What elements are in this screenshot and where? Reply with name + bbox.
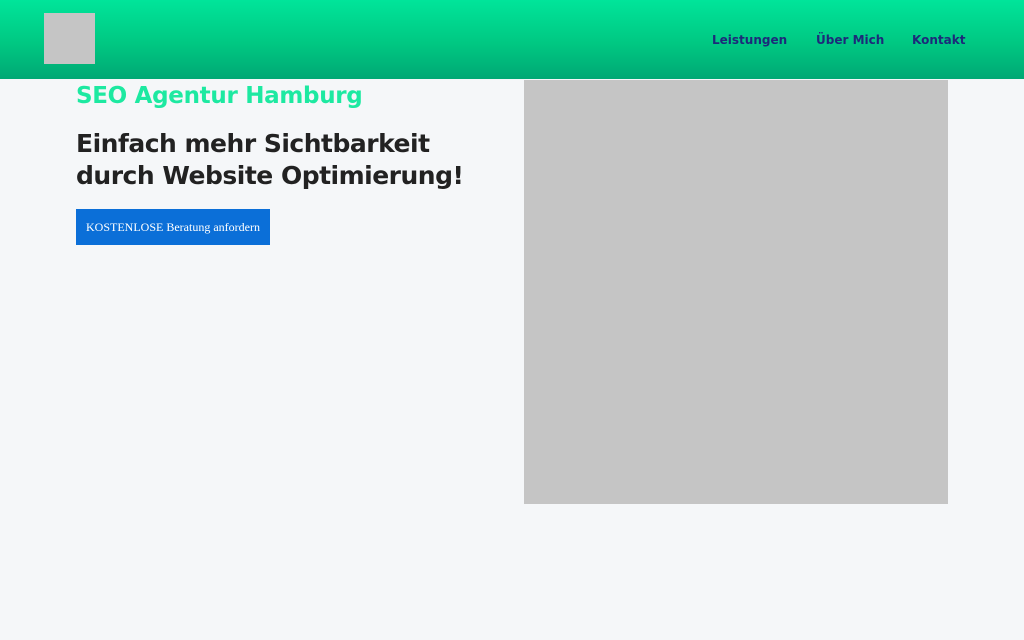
nav-link-ueber-mich[interactable]: Über Mich [816,31,884,49]
hero-subtitle: SEO Agentur Hamburg [76,83,363,109]
cta-button[interactable]: KOSTENLOSE Beratung anfordern [76,209,270,245]
site-header: Leistungen Über Mich Kontakt [0,0,1024,79]
hero-image-placeholder [524,80,948,504]
nav-link-leistungen[interactable]: Leistungen [712,31,787,49]
main-nav: Leistungen Über Mich Kontakt [0,31,1024,49]
nav-link-kontakt[interactable]: Kontakt [912,31,965,49]
hero-title: Einfach mehr Sichtbarkeit durch Website … [76,129,464,190]
